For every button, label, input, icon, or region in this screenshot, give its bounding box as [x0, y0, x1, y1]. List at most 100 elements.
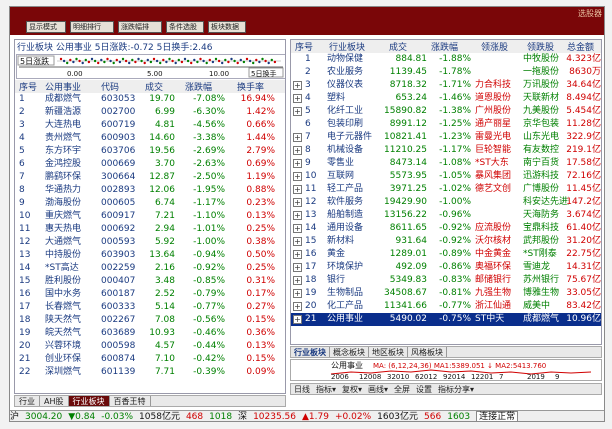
toolbar-button-5[interactable]: 板块数据: [208, 21, 246, 33]
table-row[interactable]: 15 胜利股份 000407 3.48 -0.85% 0.31%: [15, 275, 285, 288]
cell-chg: -7.08%: [193, 94, 225, 104]
table-row[interactable]: +19 生物制品 34508.67 -0.81% 九强生物 博雅生物 33.05亿: [291, 287, 601, 300]
rcol-header-index[interactable]: 序号: [295, 40, 315, 53]
rbtm-item-share[interactable]: 指标分享▾: [435, 384, 477, 394]
table-row[interactable]: 1 成都燃气 603053 19.70 -7.08% 16.94%: [15, 93, 285, 106]
expand-icon[interactable]: +: [293, 289, 302, 298]
col-header-code[interactable]: 代码: [101, 80, 137, 93]
col-header-name[interactable]: 公用事业: [45, 80, 93, 93]
table-row[interactable]: 1 动物保健 884.81 -1.88% 中牧股份 4.323亿: [291, 53, 601, 66]
table-row[interactable]: 21 创业环保 600874 7.10 -0.42% 0.15%: [15, 353, 285, 366]
expand-icon[interactable]: +: [293, 263, 302, 272]
tab-industry[interactable]: 行业板块: [291, 347, 330, 357]
table-row[interactable]: 20 兴蓉环境 000598 4.57 -0.44% 0.13%: [15, 340, 285, 353]
table-row[interactable]: 9 渤海股份 000605 6.74 -1.17% 0.23%: [15, 197, 285, 210]
table-row[interactable]: +20 化工产品 11341.66 -0.77% 浙江仙通 威美中 83.42亿: [291, 300, 601, 313]
rcol-header-leader-up[interactable]: 领涨股: [481, 40, 519, 53]
rbtm-item-fullscreen[interactable]: 全屏: [391, 384, 413, 394]
rcol-header-leader-down[interactable]: 领跌股: [527, 40, 563, 53]
expand-icon[interactable]: +: [293, 237, 302, 246]
expand-icon[interactable]: +: [293, 107, 302, 116]
table-row[interactable]: +12软件服务19429.90-1.00%科安达先进通147.2亿: [291, 196, 601, 209]
rbtm-item-daily[interactable]: 日线: [291, 384, 313, 394]
cell-name: 兴蓉环境: [45, 341, 82, 351]
toolbar-button-3[interactable]: 涨跌幅排: [118, 21, 162, 33]
rcol-header-change[interactable]: 涨跌幅: [431, 40, 469, 53]
tab-industry-left[interactable]: 行业: [15, 396, 40, 406]
table-row[interactable]: +15 新材料 931.64 -0.92% 沃尔核材 武邦股份 31.20亿: [291, 235, 601, 248]
cell-n: 9: [19, 198, 25, 208]
expand-icon[interactable]: +: [293, 250, 302, 259]
toolbar-button-1[interactable]: 显示模式: [26, 21, 66, 33]
chart-dot: [208, 58, 211, 62]
table-row[interactable]: +4 塑料 653.24 -1.46% 道恩股份 天联新材 8.494亿: [291, 92, 601, 105]
table-row[interactable]: +9 零售业 8473.14 -1.08% *ST大东 南宁百货 17.58亿: [291, 157, 601, 170]
table-row[interactable]: +11 轻工产品 3971.25 -1.02% 德艺文创 广博股份 11.45亿: [291, 183, 601, 196]
tab-concept[interactable]: 概念板块: [330, 347, 369, 357]
cell-amt: 61.40亿: [566, 223, 601, 233]
rbtm-item-draw[interactable]: 画线▾: [365, 384, 391, 394]
table-row[interactable]: +7 电子元器件 10821.41 -1.23% 雷曼光电 山东光电 322.9亿: [291, 131, 601, 144]
toolbar-button-2[interactable]: 明细排行: [70, 21, 114, 33]
expand-icon[interactable]: +: [293, 276, 302, 285]
table-row[interactable]: 6 包装印刷 8991.12 -1.25% 通产丽星 京华包装 11.28亿: [291, 118, 601, 131]
expand-icon[interactable]: +: [293, 185, 302, 194]
tab-ah[interactable]: AH股: [40, 396, 69, 406]
table-row[interactable]: 4 贵州燃气 600903 14.60 -3.38% 1.44%: [15, 132, 285, 145]
tab-baixiang[interactable]: 百香王特: [110, 396, 151, 406]
table-row[interactable]: +21 公用事业 5490.02 -0.75% ST中天 成都燃气 10.96亿: [291, 313, 601, 326]
table-row[interactable]: 11 惠天热电 000692 2.94 -1.01% 0.25%: [15, 223, 285, 236]
table-row[interactable]: 16 国中水务 600187 2.52 -0.79% 0.17%: [15, 288, 285, 301]
table-row[interactable]: 6 金鸿控股 000669 3.70 -2.63% 0.69%: [15, 158, 285, 171]
cell-n: 1: [305, 54, 311, 64]
table-row[interactable]: 3 大连热电 600719 4.81 -4.56% 0.66%: [15, 119, 285, 132]
col-header-turnover[interactable]: 换手率: [237, 80, 281, 93]
table-row[interactable]: 10 重庆燃气 600917 7.21 -1.10% 0.13%: [15, 210, 285, 223]
table-row[interactable]: 2 农业服务 1139.45 -1.78% 一拖股份 8630万: [291, 66, 601, 79]
table-row[interactable]: 7 鹏鹞环保 300664 12.87 -2.50% 1.19%: [15, 171, 285, 184]
tab-region[interactable]: 地区板块: [369, 347, 408, 357]
table-row[interactable]: 17 长春燃气 600333 5.14 -0.77% 0.27%: [15, 301, 285, 314]
rcol-header-amount[interactable]: 总金额: [567, 40, 601, 53]
toolbar-button-4[interactable]: 条件选股: [166, 21, 204, 33]
tab-style[interactable]: 风格板块: [408, 347, 447, 357]
expand-icon[interactable]: +: [293, 302, 302, 311]
expand-icon[interactable]: +: [293, 94, 302, 103]
table-row[interactable]: +14 通用设备 8611.65 -0.92% 应流股份 宝鼎科技 61.40亿: [291, 222, 601, 235]
table-row[interactable]: 14 *ST高达 002259 2.16 -0.92% 0.25%: [15, 262, 285, 275]
table-row[interactable]: 19 皖天然气 603689 10.93 -0.46% 0.36%: [15, 327, 285, 340]
rcol-header-price[interactable]: 成交: [389, 40, 417, 53]
table-row[interactable]: 12 大通燃气 000593 5.92 -1.00% 0.38%: [15, 236, 285, 249]
table-row[interactable]: +13 船舶制造 13156.22 -0.96% 天海防务 3.674亿: [291, 209, 601, 222]
table-row[interactable]: +8 机械设备 11210.25 -1.17% 巨轮智能 有友数控 219.1亿: [291, 144, 601, 157]
rbtm-item-adjust[interactable]: 复权▾: [339, 384, 365, 394]
table-row[interactable]: 5 东方环宇 603706 19.56 -2.69% 2.79%: [15, 145, 285, 158]
expand-icon[interactable]: +: [293, 172, 302, 181]
tab-industry-sector[interactable]: 行业板块: [68, 396, 110, 406]
table-row[interactable]: 2 新疆浩源 002700 6.99 -6.30% 1.42%: [15, 106, 285, 119]
table-row[interactable]: 8 华通热力 002893 12.06 -1.95% 0.88%: [15, 184, 285, 197]
expand-icon[interactable]: +: [293, 224, 302, 233]
table-row[interactable]: 18 陕天然气 002267 7.08 -0.56% 0.15%: [15, 314, 285, 327]
expand-icon[interactable]: +: [293, 211, 302, 220]
expand-icon[interactable]: +: [293, 81, 302, 90]
table-row[interactable]: +18 银行 5349.83 -0.83% 邮储银行 苏州银行 75.67亿: [291, 274, 601, 287]
expand-icon[interactable]: +: [293, 198, 302, 207]
expand-icon[interactable]: +: [293, 159, 302, 168]
expand-icon[interactable]: +: [293, 133, 302, 142]
expand-icon[interactable]: +: [293, 315, 302, 324]
table-row[interactable]: +17 环境保护 492.09 -0.86% 奥福环保 雪迪龙 14.31亿: [291, 261, 601, 274]
rbtm-item-settings[interactable]: 设置: [413, 384, 435, 394]
table-row[interactable]: 22 深圳燃气 601139 7.71 -0.39% 0.09%: [15, 366, 285, 379]
rbtm-item-indicator[interactable]: 指标▾: [313, 384, 339, 394]
table-row[interactable]: +10 互联网 5573.95 -1.05% 暴风集团 迅游科技 72.16亿: [291, 170, 601, 183]
col-header-change[interactable]: 涨跌幅: [185, 80, 229, 93]
table-row[interactable]: +5 化纤工业 15890.82 -1.38% 广州股份 九美股份 5.454亿: [291, 105, 601, 118]
rcol-header-sector[interactable]: 行业板块: [329, 40, 377, 53]
table-row[interactable]: +3 仪器仪表 8718.32 -1.71% 力合科技 万讯股份 34.64亿: [291, 79, 601, 92]
col-header-index[interactable]: 序号: [19, 80, 41, 93]
expand-icon[interactable]: +: [293, 146, 302, 155]
table-row[interactable]: +16 黄金 1289.01 -0.89% 中金黄金 *ST刚泰 22.75亿: [291, 248, 601, 261]
table-row[interactable]: 13 中持股份 603903 13.64 -0.94% 0.50%: [15, 249, 285, 262]
col-header-price[interactable]: 成交: [145, 80, 175, 93]
